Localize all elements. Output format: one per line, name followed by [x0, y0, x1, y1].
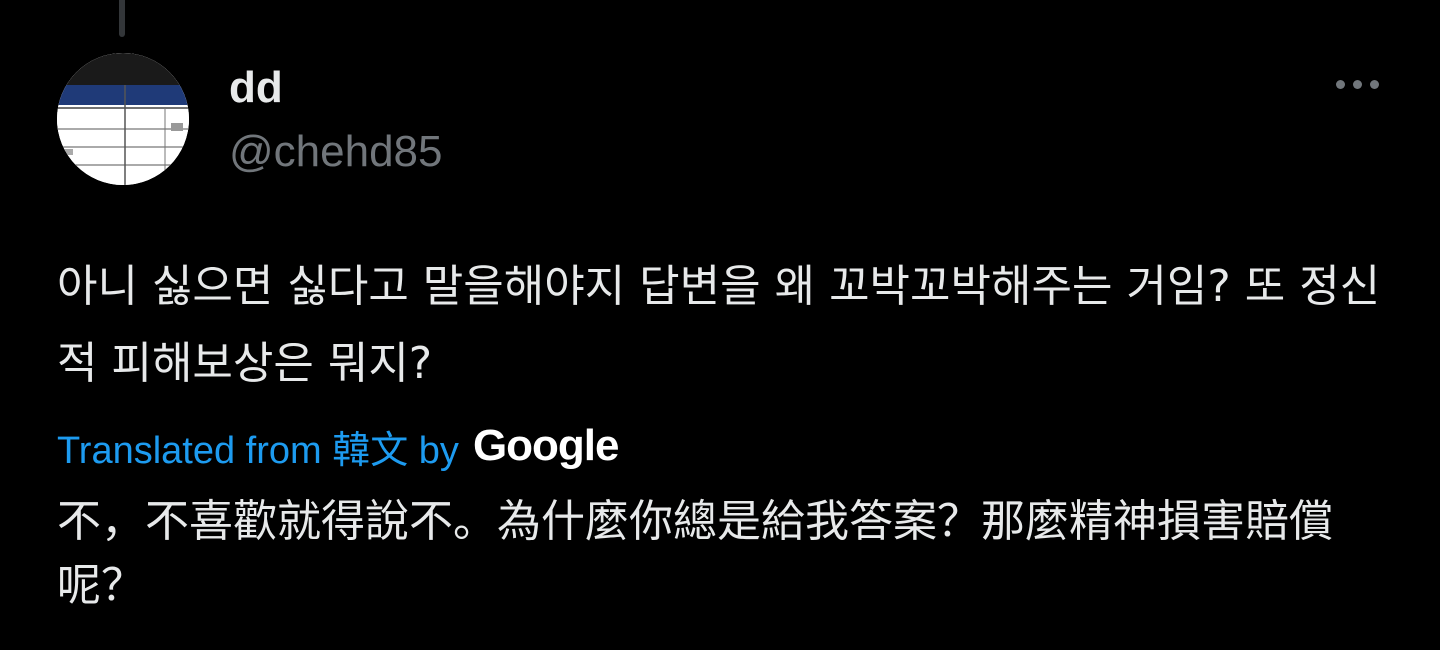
- translated-from-link[interactable]: Translated from 韓文 by: [57, 419, 459, 474]
- tweet-text: 아니 싫으면 싫다고 말을해야지 답변을 왜 꼬박꼬박해주는 거임? 또 정신적…: [57, 261, 1381, 389]
- google-logo: Google: [472, 421, 620, 470]
- translation-attribution: Translated from 韓文 by Google: [57, 418, 619, 474]
- author-handle[interactable]: @chehd85: [229, 126, 443, 178]
- translated-text: 不，不喜歡就得說不。為什麼你總是給我答案？那麼精神損害賠償呢？: [57, 496, 1333, 611]
- avatar[interactable]: [57, 53, 189, 185]
- thread-connector-line: [119, 0, 125, 37]
- table-document-avatar-icon: [57, 53, 189, 185]
- more-options-button[interactable]: [1326, 66, 1388, 102]
- author-display-name[interactable]: dd: [229, 62, 283, 114]
- more-horizontal-icon-dot: [1369, 79, 1379, 89]
- more-horizontal-icon: [1335, 79, 1345, 89]
- more-horizontal-icon-dot: [1352, 79, 1362, 89]
